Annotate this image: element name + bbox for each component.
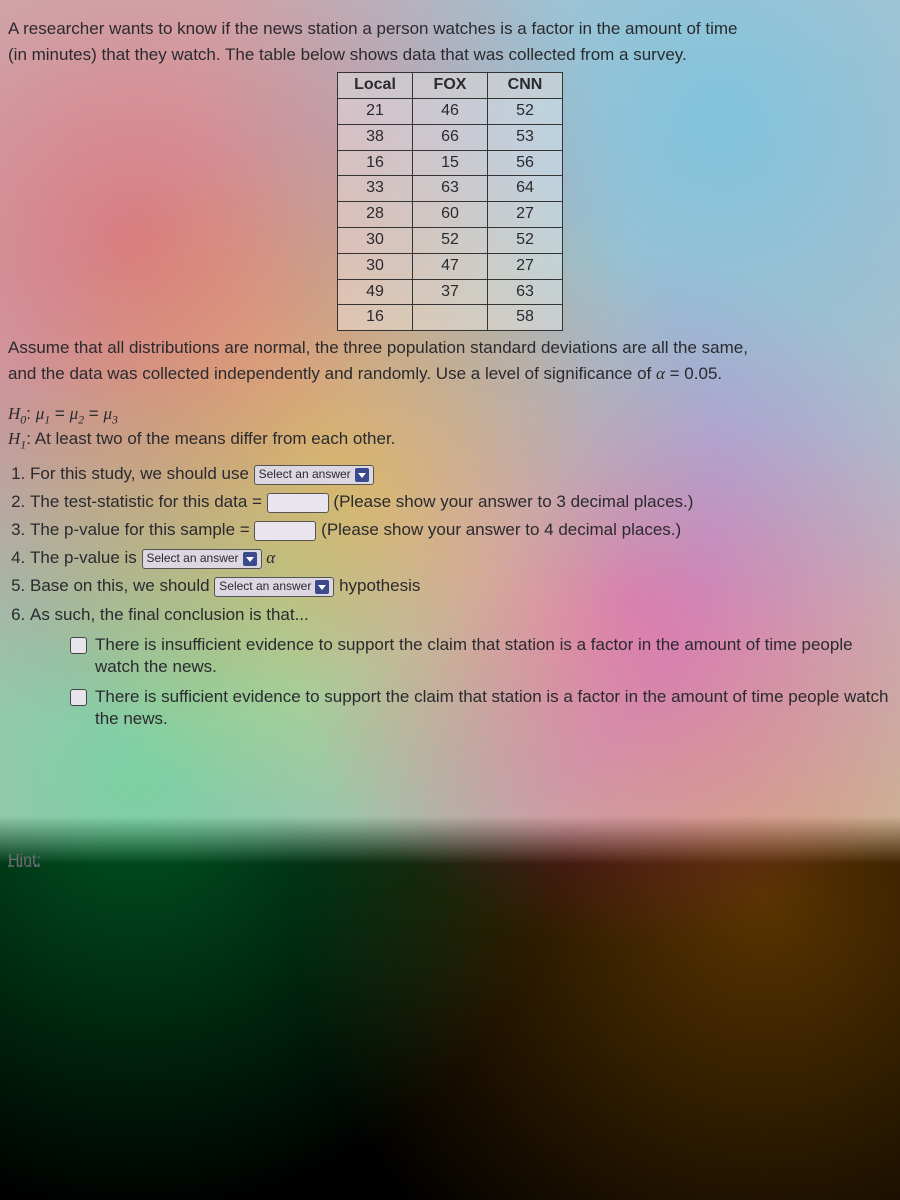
th-fox: FOX [413,73,488,99]
th-cnn: CNN [488,73,563,99]
table-row: 1658 [338,305,563,331]
intro-para-2: (in minutes) that they watch. The table … [8,44,892,66]
checkbox-icon[interactable] [70,637,87,654]
q4: The p-value is Select an answer α [30,547,892,569]
h0: H0: μ1 = μ2 = μ3 [8,403,892,428]
table-row: 161556 [338,150,563,176]
q2-input[interactable] [267,493,329,513]
question-list: For this study, we should use Select an … [30,463,892,730]
q5-select[interactable]: Select an answer [214,577,334,597]
table-cell: 38 [338,124,413,150]
table-cell: 21 [338,98,413,124]
table-cell: 58 [488,305,563,331]
table-cell: 63 [488,279,563,305]
hint-label: Hint: [8,852,41,870]
table-cell: 16 [338,150,413,176]
table-row: 286027 [338,202,563,228]
table-cell: 49 [338,279,413,305]
table-row: 386653 [338,124,563,150]
table-cell: 27 [488,202,563,228]
q1-select[interactable]: Select an answer [254,465,374,485]
table-cell: 33 [338,176,413,202]
table-cell: 60 [413,202,488,228]
table-cell: 15 [413,150,488,176]
q6: As such, the final conclusion is that...… [30,604,892,730]
assume-para-1: Assume that all distributions are normal… [8,337,892,359]
table-cell: 66 [413,124,488,150]
table-cell: 53 [488,124,563,150]
hypotheses: H0: μ1 = μ2 = μ3 H1: At least two of the… [8,403,892,453]
assume-para-2: and the data was collected independently… [8,363,892,385]
table-cell: 16 [338,305,413,331]
table-cell: 28 [338,202,413,228]
checkbox-icon[interactable] [70,689,87,706]
table-cell: 56 [488,150,563,176]
table-cell: 30 [338,227,413,253]
q6-option-a[interactable]: There is insufficient evidence to suppor… [70,634,892,678]
th-local: Local [338,73,413,99]
table-cell [413,305,488,331]
table-cell: 64 [488,176,563,202]
table-cell: 63 [413,176,488,202]
table-cell: 52 [413,227,488,253]
q5: Base on this, we should Select an answer… [30,575,892,597]
q6-option-b-label: There is sufficient evidence to support … [95,686,892,730]
q2: The test-statistic for this data = (Plea… [30,491,892,513]
q6-option-b[interactable]: There is sufficient evidence to support … [70,686,892,730]
intro-para-1: A researcher wants to know if the news s… [8,18,892,40]
q3: The p-value for this sample = (Please sh… [30,519,892,541]
q1: For this study, we should use Select an … [30,463,892,485]
chevron-down-icon [315,580,329,594]
data-table: Local FOX CNN 21465238665316155633636428… [337,72,563,331]
table-cell: 46 [413,98,488,124]
table-row: 214652 [338,98,563,124]
q3-input[interactable] [254,521,316,541]
table-cell: 52 [488,98,563,124]
chevron-down-icon [243,552,257,566]
alpha-symbol: α [656,364,665,383]
table-cell: 30 [338,253,413,279]
table-cell: 27 [488,253,563,279]
table-row: 305252 [338,227,563,253]
h1: H1: At least two of the means differ fro… [8,428,892,453]
table-row: 493763 [338,279,563,305]
q6-option-a-label: There is insufficient evidence to suppor… [95,634,892,678]
table-cell: 37 [413,279,488,305]
table-row: 304727 [338,253,563,279]
table-cell: 52 [488,227,563,253]
table-row: 336364 [338,176,563,202]
chevron-down-icon [355,468,369,482]
q4-select[interactable]: Select an answer [142,549,262,569]
table-cell: 47 [413,253,488,279]
